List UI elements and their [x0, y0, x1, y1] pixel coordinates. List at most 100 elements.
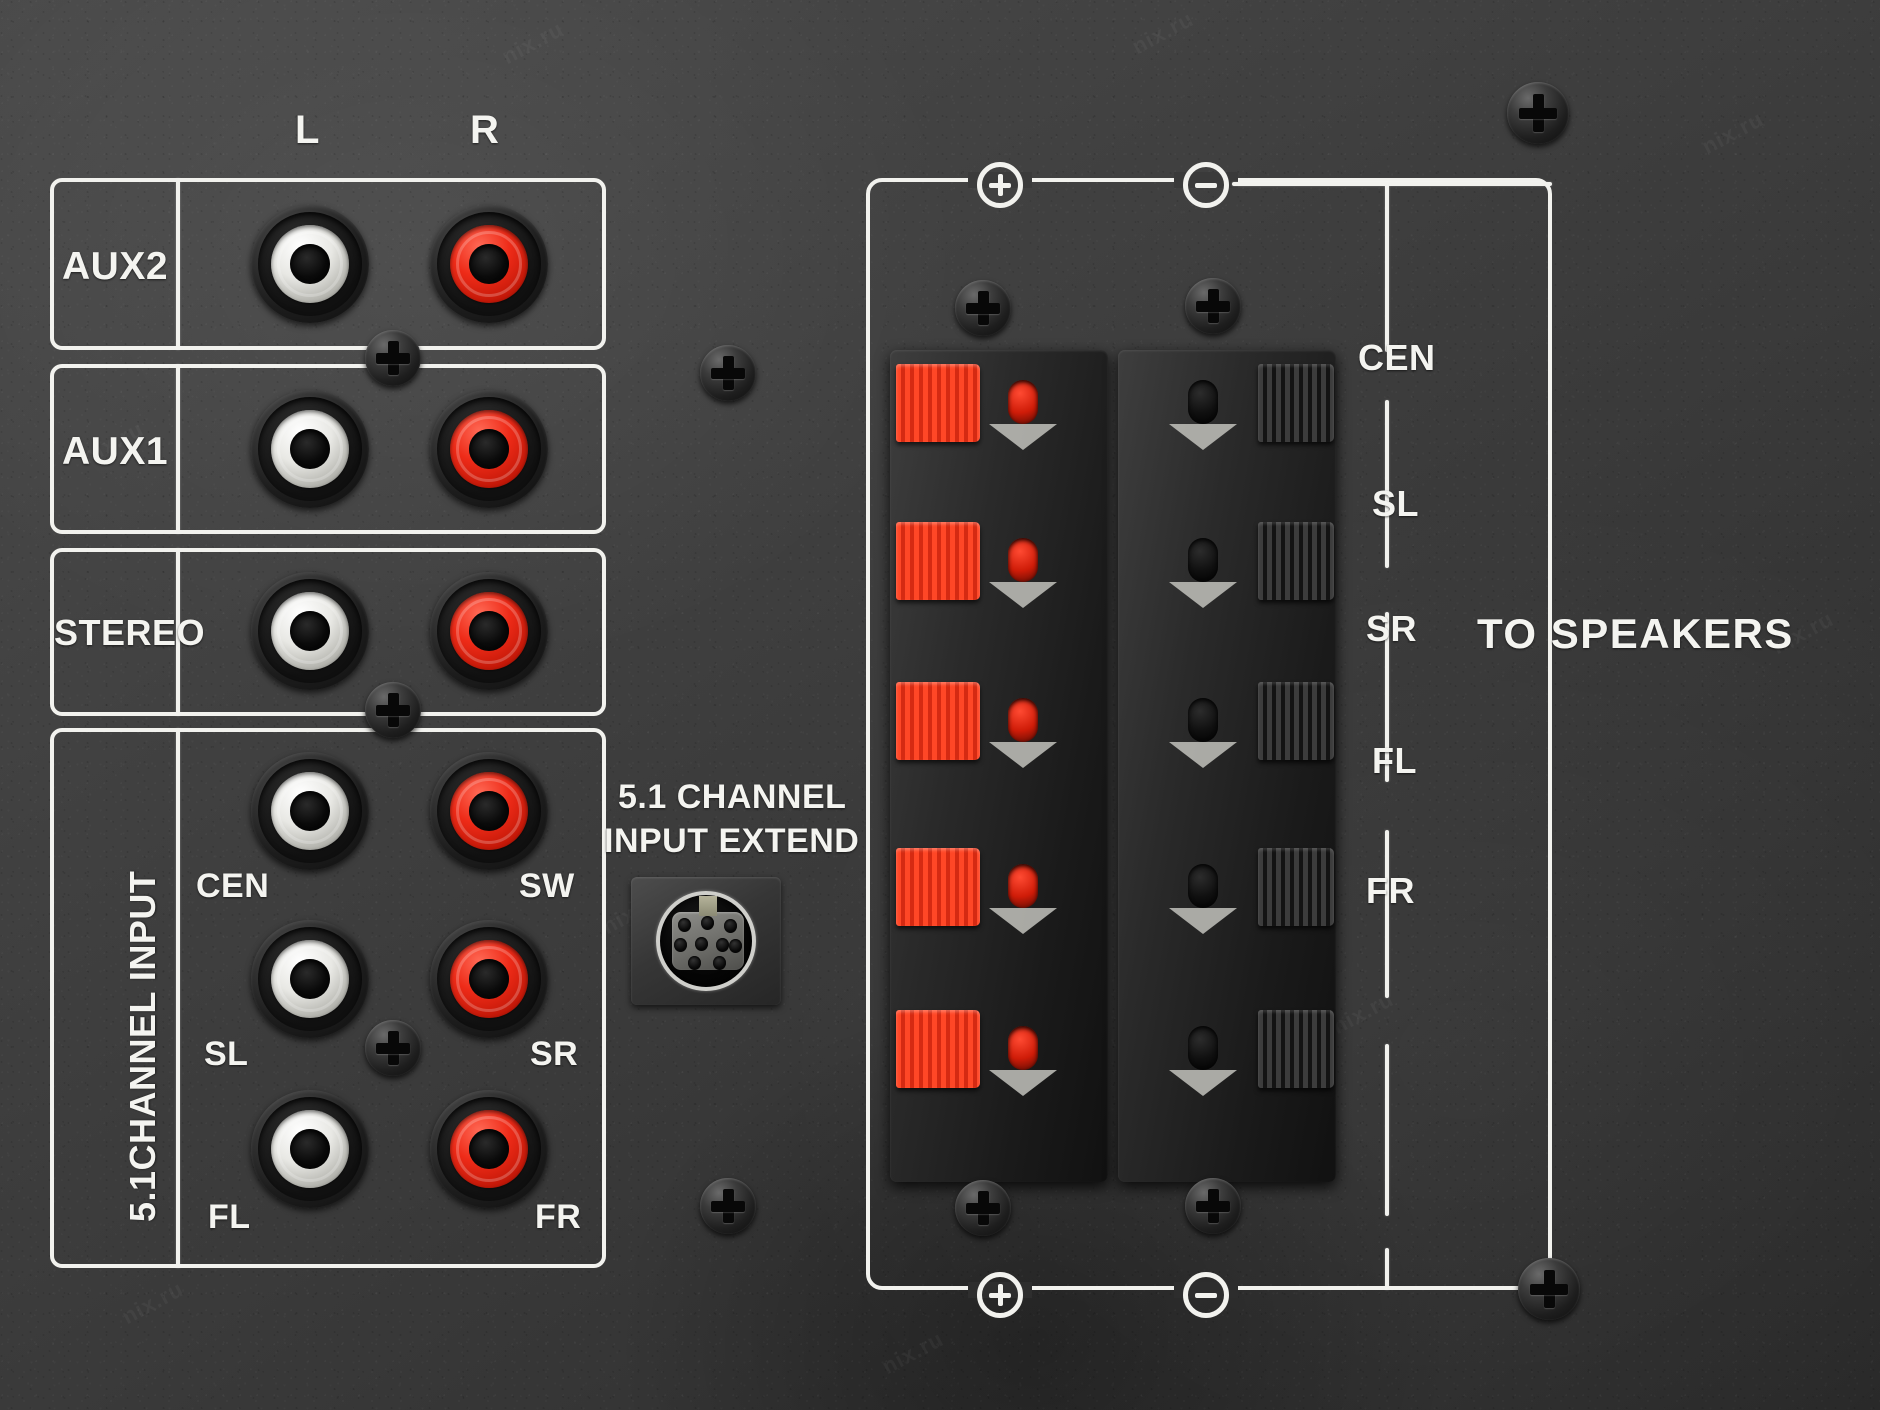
terminal-lever-negative-sl[interactable] — [1258, 522, 1334, 600]
speaker-label-sr: SR — [1366, 608, 1418, 649]
din-pin — [678, 918, 691, 932]
terminal-wedge — [989, 908, 1057, 934]
watermark: nix.ru — [498, 16, 568, 70]
panel-screw — [955, 1180, 1011, 1236]
terminal-hole-positive-sr[interactable] — [1008, 698, 1038, 742]
to-speakers-title: TO SPEAKERS — [1477, 610, 1794, 657]
rca-jack-center[interactable] — [251, 752, 369, 870]
terminal-row — [890, 1004, 1108, 1120]
din-key-tab — [699, 896, 717, 916]
terminal-row — [1118, 1004, 1336, 1120]
rca-jack-surround-left[interactable] — [251, 920, 369, 1038]
din-pin — [674, 938, 687, 952]
jack-label-cen: CEN — [196, 867, 270, 905]
terminal-hole-negative-fl[interactable] — [1188, 864, 1218, 908]
rca-jack-front-right[interactable] — [430, 1090, 548, 1208]
din-pin — [716, 938, 729, 952]
speaker-label-fl: FL — [1372, 740, 1417, 781]
din-shell-ring — [656, 891, 756, 991]
din-pin — [729, 939, 742, 953]
jack-label-sr: SR — [530, 1035, 579, 1073]
extend-port-title-line2: INPUT EXTEND — [604, 822, 860, 860]
stereo-label: STEREO — [54, 612, 206, 653]
terminal-hole-negative-sr[interactable] — [1188, 698, 1218, 742]
terminal-hole-negative-cen[interactable] — [1188, 380, 1218, 424]
terminal-hole-positive-cen[interactable] — [1008, 380, 1038, 424]
terminal-wedge — [1169, 582, 1237, 608]
din-pin — [724, 919, 737, 933]
panel-screw — [700, 345, 756, 401]
rca-jack-front-left[interactable] — [251, 1090, 369, 1208]
terminal-row — [890, 842, 1108, 958]
watermark: nix.ru — [118, 1276, 188, 1330]
rca-jack-surround-right[interactable] — [430, 920, 548, 1038]
aux2-label: AUX2 — [62, 245, 169, 288]
terminal-wedge — [1169, 908, 1237, 934]
extend-port-title-line1: 5.1 CHANNEL — [618, 778, 847, 816]
terminal-hole-negative-fr[interactable] — [1188, 1026, 1218, 1070]
panel-screw — [365, 330, 421, 386]
jack-label-fr: FR — [535, 1198, 582, 1236]
panel-screw — [1185, 1178, 1241, 1234]
speaker-terminal-block-positive[interactable] — [890, 350, 1108, 1182]
rca-jack-aux2-right[interactable] — [430, 205, 548, 323]
polarity-positive-icon-bottom — [977, 1272, 1023, 1318]
aux2-divider — [176, 178, 180, 350]
terminal-hole-negative-sl[interactable] — [1188, 538, 1218, 582]
jack-label-sw: SW — [519, 867, 575, 905]
terminal-lever-negative-fr[interactable] — [1258, 1010, 1334, 1088]
speaker-label-sl: SL — [1372, 483, 1420, 524]
terminal-wedge — [989, 1070, 1057, 1096]
speaker-terminal-block-negative[interactable] — [1118, 350, 1336, 1182]
multichannel-label: 5.1CHANNEL INPUT — [122, 870, 163, 1222]
channel-divider-seg — [1385, 1044, 1389, 1216]
amplifier-rear-panel: nix.ru nix.ru nix.ru nix.ru nix.ru nix.r… — [0, 0, 1880, 1410]
watermark: nix.ru — [1698, 106, 1768, 160]
rca-jack-stereo-left[interactable] — [251, 572, 369, 690]
terminal-lever-positive-fr[interactable] — [896, 1010, 980, 1088]
rca-jack-aux2-left[interactable] — [251, 205, 369, 323]
speaker-label-cen: CEN — [1358, 337, 1436, 378]
terminal-row — [890, 676, 1108, 792]
terminal-wedge — [1169, 424, 1237, 450]
terminal-wedge — [989, 582, 1057, 608]
aux1-divider — [176, 364, 180, 534]
jack-label-sl: SL — [204, 1035, 249, 1073]
terminal-lever-positive-cen[interactable] — [896, 364, 980, 442]
din-pin — [688, 956, 701, 970]
terminal-lever-negative-fl[interactable] — [1258, 848, 1334, 926]
terminal-lever-positive-sr[interactable] — [896, 682, 980, 760]
terminal-row — [1118, 842, 1336, 958]
polarity-negative-icon-bottom — [1183, 1272, 1229, 1318]
terminal-row — [1118, 516, 1336, 632]
channel-divider-seg — [1385, 1248, 1389, 1290]
terminal-hole-positive-fl[interactable] — [1008, 864, 1038, 908]
terminal-lever-negative-cen[interactable] — [1258, 364, 1334, 442]
terminal-wedge — [989, 424, 1057, 450]
watermark: nix.ru — [1128, 6, 1198, 60]
terminal-row — [1118, 676, 1336, 792]
terminal-lever-negative-sr[interactable] — [1258, 682, 1334, 760]
rca-jack-subwoofer[interactable] — [430, 752, 548, 870]
terminal-hole-positive-sl[interactable] — [1008, 538, 1038, 582]
terminal-wedge — [989, 742, 1057, 768]
rca-jack-aux1-right[interactable] — [430, 390, 548, 508]
speakers-top-rail — [1232, 182, 1552, 186]
terminal-lever-positive-sl[interactable] — [896, 522, 980, 600]
terminal-wedge — [1169, 742, 1237, 768]
panel-screw — [1185, 278, 1241, 334]
panel-screw — [955, 280, 1011, 336]
terminal-row — [890, 516, 1108, 632]
din-pin — [695, 937, 708, 951]
polarity-positive-icon-top — [977, 162, 1023, 208]
rca-jack-stereo-right[interactable] — [430, 572, 548, 690]
terminal-lever-positive-fl[interactable] — [896, 848, 980, 926]
speaker-label-fr: FR — [1366, 870, 1415, 911]
mini-din-extend-port[interactable] — [631, 877, 781, 1005]
din-pin — [701, 916, 714, 930]
polarity-negative-icon-top — [1183, 162, 1229, 208]
terminal-wedge — [1169, 1070, 1237, 1096]
rca-jack-aux1-left[interactable] — [251, 390, 369, 508]
terminal-hole-positive-fr[interactable] — [1008, 1026, 1038, 1070]
panel-screw — [365, 1020, 421, 1076]
